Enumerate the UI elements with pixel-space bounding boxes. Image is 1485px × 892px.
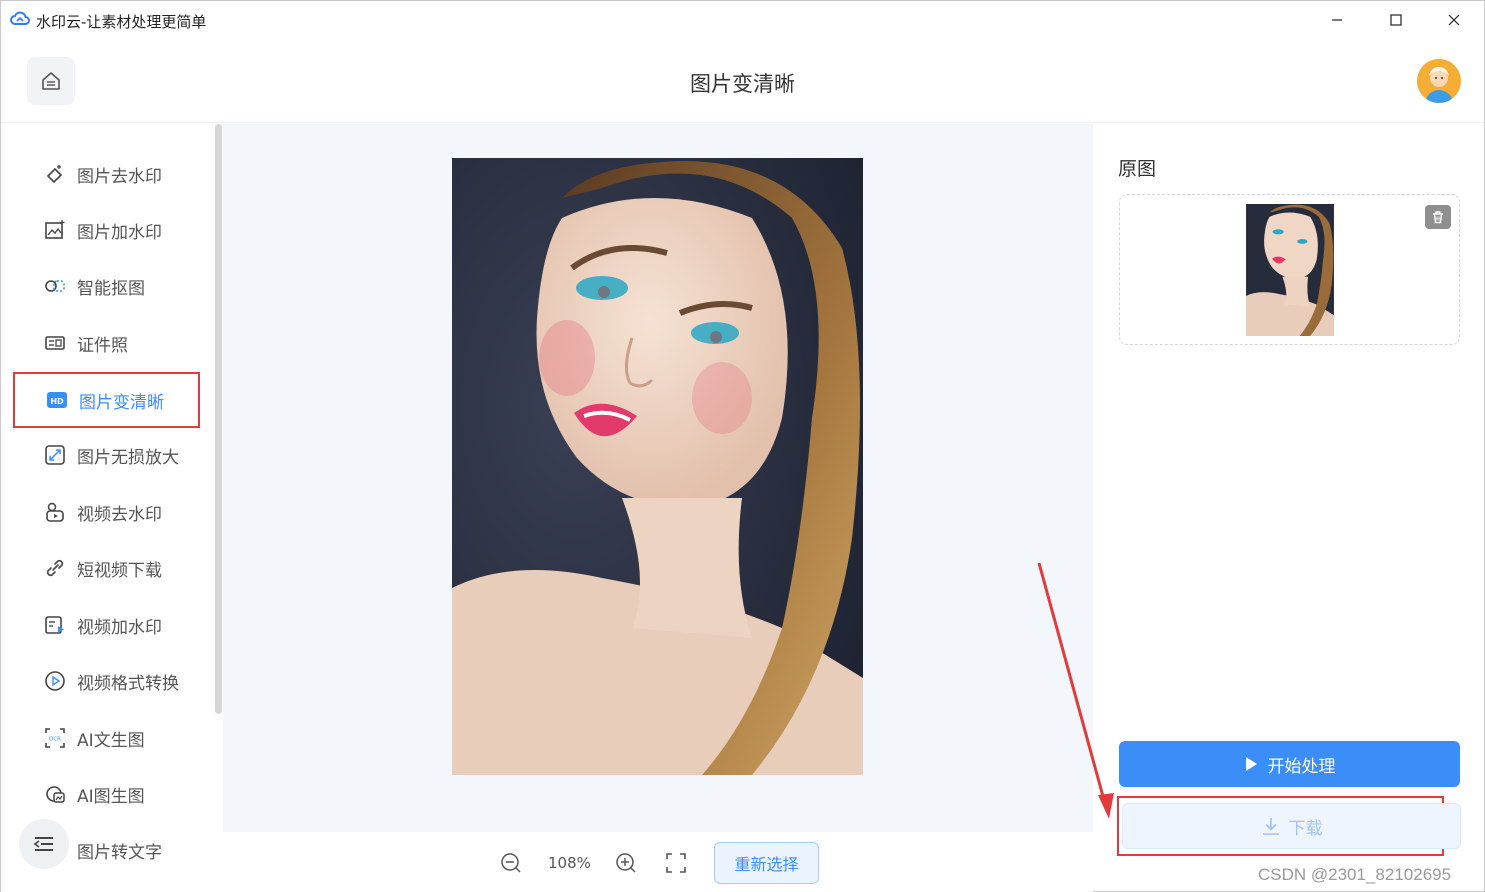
sidebar-scrollbar[interactable]	[215, 124, 222, 714]
sidebar-item-label: 视频加水印	[77, 617, 162, 638]
window-title: 水印云-让素材处理更简单	[36, 13, 207, 31]
eraser-icon	[43, 162, 67, 186]
maximize-button[interactable]	[1373, 5, 1419, 35]
minimize-icon	[1332, 19, 1342, 21]
right-panel: 原图 开始处理 下载	[1093, 124, 1485, 892]
link-icon	[43, 556, 67, 580]
maximize-icon	[1390, 14, 1402, 26]
page-header: 图片变清晰	[1, 39, 1484, 123]
ai-image-icon	[43, 782, 67, 806]
sidebar-item-label: AI文生图	[77, 730, 145, 751]
sidebar-item-image-add-watermark[interactable]: 图片加水印	[13, 202, 200, 258]
download-highlight: 下载	[1117, 796, 1461, 856]
cloud-logo-icon	[10, 11, 30, 25]
sidebar-item-image-enhance[interactable]: HD 图片变清晰	[13, 372, 200, 428]
zoom-out-button[interactable]	[498, 850, 524, 876]
sidebar: 图片去水印 图片加水印 智能抠图 证件照 HD 图片变清晰 图片无损放大 视频去…	[1, 124, 223, 892]
sidebar-item-ai-image-to-image[interactable]: AI图生图	[13, 766, 200, 822]
cutout-icon	[43, 274, 67, 298]
trash-icon	[1433, 211, 1443, 224]
sidebar-item-label: 图片变清晰	[79, 392, 164, 413]
sidebar-item-label: 图片去水印	[77, 166, 162, 187]
sidebar-item-label: 短视频下载	[77, 560, 162, 581]
zoom-in-button[interactable]	[613, 850, 639, 876]
preview-image	[452, 158, 863, 775]
csdn-watermark: CSDN @2301_82102695	[1258, 865, 1452, 884]
svg-text:OCR: OCR	[49, 737, 61, 743]
zoom-level: 108%	[548, 854, 591, 872]
delete-image-button[interactable]	[1425, 205, 1451, 229]
avatar-icon	[1417, 59, 1461, 103]
close-icon	[1448, 14, 1460, 26]
sidebar-item-video-format-convert[interactable]: 视频格式转换	[13, 653, 200, 709]
minimize-button[interactable]	[1314, 5, 1360, 35]
original-image-box	[1119, 194, 1460, 345]
sidebar-item-label: 视频去水印	[77, 504, 162, 525]
sidebar-item-image-remove-watermark[interactable]: 图片去水印	[13, 146, 200, 202]
app-window: 水印云-让素材处理更简单 图片变清晰 图片去水印 图片加水印 智能抠图 证件照 …	[0, 0, 1485, 892]
sidebar-item-lossless-enlarge[interactable]: 图片无损放大	[13, 427, 200, 483]
zoom-out-icon	[501, 853, 521, 873]
preview-canvas	[223, 124, 1093, 832]
sidebar-item-video-remove-watermark[interactable]: 视频去水印	[13, 484, 200, 540]
video-eraser-icon	[43, 500, 67, 524]
sidebar-item-label: 图片转文字	[77, 842, 162, 863]
zoom-toolbar: 108% 重新选择	[223, 832, 1093, 892]
sidebar-item-ai-text-to-image[interactable]: OCR AI文生图	[13, 710, 200, 766]
zoom-in-icon	[616, 853, 636, 873]
id-card-icon	[43, 331, 67, 355]
sidebar-item-label: 图片无损放大	[77, 447, 179, 468]
sidebar-item-label: 视频格式转换	[77, 673, 179, 694]
user-avatar[interactable]	[1417, 59, 1461, 103]
start-process-button[interactable]: 开始处理	[1119, 741, 1460, 787]
original-thumbnail	[1245, 204, 1335, 336]
start-button-label: 开始处理	[1267, 756, 1336, 777]
sidebar-item-video-add-watermark[interactable]: 视频加水印	[13, 597, 200, 653]
page-title: 图片变清晰	[690, 72, 795, 96]
sidebar-item-label: 智能抠图	[77, 278, 145, 299]
download-button[interactable]: 下载	[1122, 803, 1461, 849]
play-icon	[1245, 757, 1257, 771]
sidebar-item-id-photo[interactable]: 证件照	[13, 315, 200, 371]
image-add-icon	[43, 218, 67, 242]
thumbnail-image	[1246, 204, 1334, 336]
enlarge-icon	[43, 443, 67, 467]
close-button[interactable]	[1431, 5, 1477, 35]
hd-icon: HD	[45, 388, 69, 412]
original-label: 原图	[1118, 158, 1157, 180]
svg-text:HD: HD	[50, 397, 64, 406]
download-icon	[1262, 818, 1279, 835]
sidebar-item-label: AI图生图	[77, 786, 145, 807]
portrait-image	[452, 158, 863, 775]
title-bar: 水印云-让素材处理更简单	[1, 1, 1484, 39]
video-add-icon	[43, 613, 67, 637]
sidebar-item-label: 图片加水印	[77, 222, 162, 243]
play-circle-icon	[43, 669, 67, 693]
sidebar-item-label: 证件照	[77, 335, 128, 356]
fullscreen-button[interactable]	[663, 850, 689, 876]
sidebar-item-smart-cutout[interactable]: 智能抠图	[13, 258, 200, 314]
ocr-icon: OCR	[43, 726, 67, 750]
menu-collapse-icon	[33, 837, 53, 851]
reselect-button[interactable]: 重新选择	[714, 842, 819, 884]
download-button-label: 下载	[1288, 818, 1323, 839]
fullscreen-icon	[666, 853, 686, 873]
collapse-menu-button[interactable]	[19, 819, 69, 869]
sidebar-item-short-video-download[interactable]: 短视频下载	[13, 540, 200, 596]
